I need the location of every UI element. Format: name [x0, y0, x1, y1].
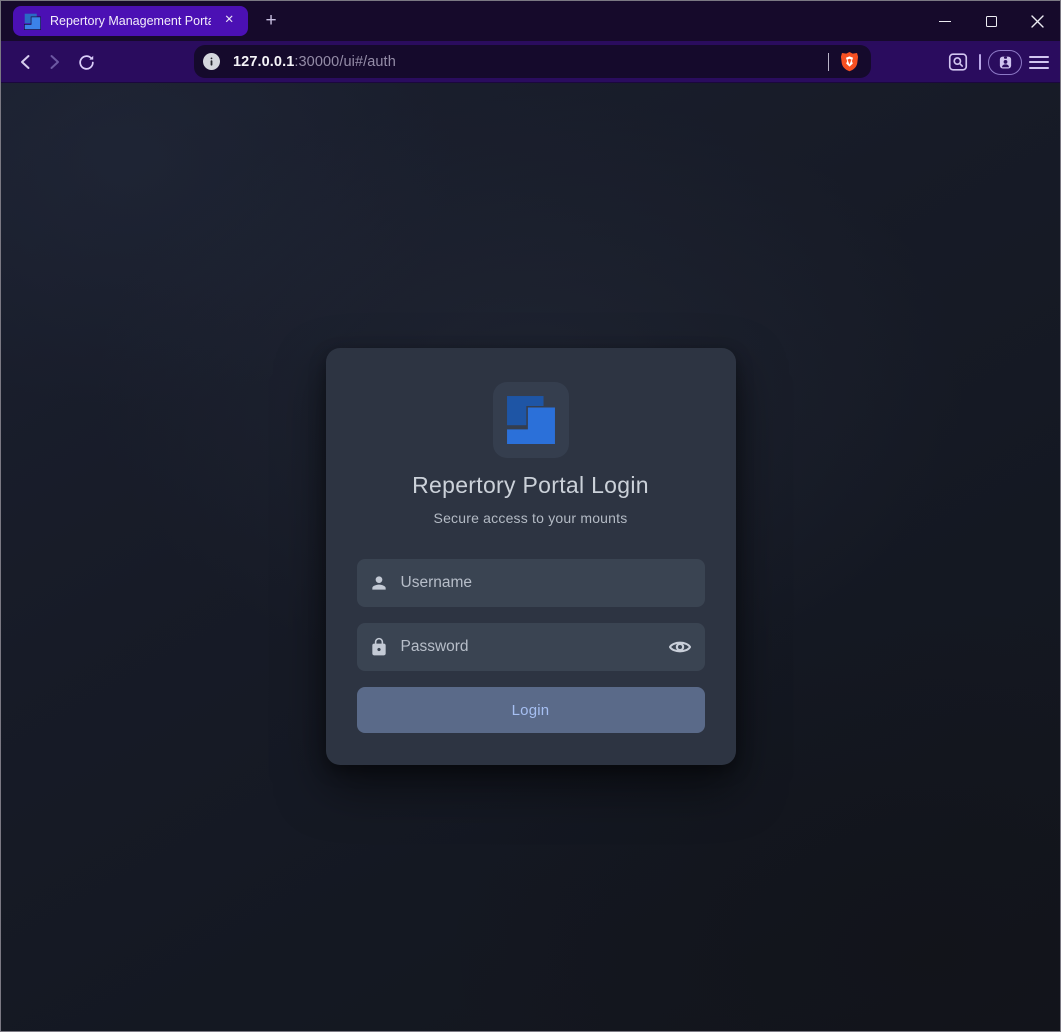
lock-icon: [369, 637, 389, 657]
address-bar[interactable]: 127.0.0.1:30000/ui#/auth: [194, 45, 871, 78]
urlbar-right-group: [828, 51, 860, 72]
repertory-logo-icon: [506, 395, 556, 445]
password-field-container: [357, 623, 705, 671]
tab-title: Repertory Management Portal: [50, 14, 211, 28]
url-path: :30000/ui#/auth: [294, 54, 395, 70]
login-button[interactable]: Login: [357, 687, 705, 733]
favicon-repertory-logo-icon: [24, 13, 41, 30]
close-button[interactable]: [1014, 1, 1060, 41]
sidebar-button[interactable]: [945, 41, 971, 83]
browser-toolbar: 127.0.0.1:30000/ui#/auth: [1, 41, 1060, 83]
tab-bar: Repertory Management Portal ✕ +: [1, 1, 1060, 41]
maximize-icon: [986, 16, 997, 27]
toggle-password-button[interactable]: [665, 632, 695, 662]
window-controls: [922, 1, 1060, 41]
forward-button[interactable]: [43, 41, 67, 83]
page-title: Repertory Portal Login: [412, 472, 649, 499]
profile-button[interactable]: [988, 50, 1022, 75]
chevron-right-icon: [49, 54, 61, 70]
panel-search-icon: [947, 51, 969, 73]
close-icon: [1031, 15, 1044, 28]
login-card: Repertory Portal Login Secure access to …: [326, 348, 736, 765]
hamburger-icon: [1029, 56, 1049, 58]
browser-window: Repertory Management Portal ✕ + 1: [0, 0, 1061, 1032]
person-badge-icon: [998, 55, 1013, 70]
menu-button[interactable]: [1029, 41, 1049, 83]
site-info-icon[interactable]: [203, 53, 220, 70]
reload-button[interactable]: [73, 41, 99, 83]
minimize-button[interactable]: [922, 1, 968, 41]
back-button[interactable]: [13, 41, 37, 83]
url-host: 127.0.0.1: [233, 54, 294, 70]
new-tab-button[interactable]: +: [258, 8, 284, 34]
tab-repertory-portal[interactable]: Repertory Management Portal ✕: [13, 6, 248, 36]
reload-icon: [77, 53, 96, 72]
page-subtitle: Secure access to your mounts: [434, 510, 628, 526]
page-background: Repertory Portal Login Secure access to …: [1, 83, 1060, 1031]
username-field-container: [357, 559, 705, 607]
tab-close-icon[interactable]: ✕: [220, 13, 238, 29]
eye-icon: [668, 635, 692, 659]
toolbar-divider: [979, 54, 981, 70]
brave-shield-icon[interactable]: [840, 51, 859, 72]
urlbar-divider: [828, 53, 830, 71]
person-icon: [369, 573, 389, 593]
chevron-left-icon: [19, 54, 31, 70]
password-input[interactable]: [401, 638, 665, 656]
minimize-icon: [939, 21, 951, 22]
repertory-logo: [493, 382, 569, 458]
url-text: 127.0.0.1:30000/ui#/auth: [233, 54, 396, 70]
maximize-button[interactable]: [968, 1, 1014, 41]
username-input[interactable]: [401, 574, 695, 592]
